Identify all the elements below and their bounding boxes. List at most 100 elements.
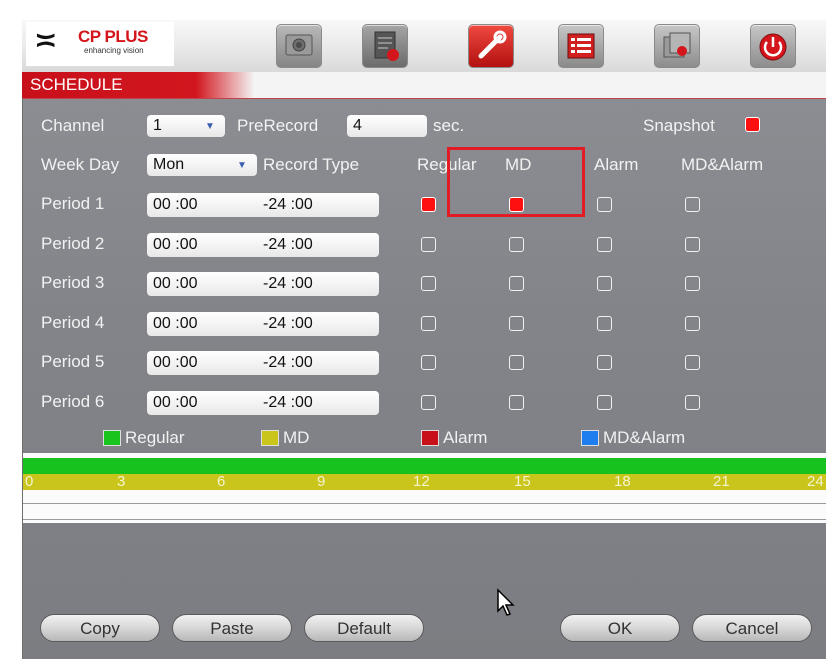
timeline-tick: 24	[807, 473, 824, 490]
camera-icon[interactable]	[276, 24, 322, 68]
period-1-regular-checkbox[interactable]	[421, 197, 436, 212]
period-4-regular-checkbox[interactable]	[421, 316, 436, 331]
logo-brand: CP PLUS	[78, 27, 148, 46]
period-label: Period 5	[41, 352, 105, 371]
period-6-regular-checkbox[interactable]	[421, 395, 436, 410]
period-start-time[interactable]: 00 :00	[153, 351, 197, 375]
window-title: SCHEDULE	[30, 75, 123, 94]
period-end-time[interactable]: -24 :00	[263, 272, 313, 296]
document-settings-icon[interactable]	[362, 24, 408, 68]
period-end-time[interactable]: -24 :00	[263, 351, 313, 375]
chevron-down-icon: ▼	[205, 121, 215, 132]
weekday-select[interactable]: Mon ▼	[147, 154, 257, 176]
period-2-md-checkbox[interactable]	[509, 237, 524, 252]
period-label: Period 3	[41, 273, 105, 292]
period-3-md-checkbox[interactable]	[509, 276, 524, 291]
legend-md-alarm-swatch	[581, 430, 599, 446]
period-1-md-alarm-checkbox[interactable]	[685, 197, 700, 212]
period-time-range[interactable]: 00 :00 -24 :00	[147, 193, 379, 217]
period-label: Period 1	[41, 194, 105, 213]
period-4-md-alarm-checkbox[interactable]	[685, 316, 700, 331]
channel-label: Channel	[41, 116, 105, 135]
chevron-down-icon: ▼	[237, 160, 247, 171]
period-3-regular-checkbox[interactable]	[421, 276, 436, 291]
period-5-alarm-checkbox[interactable]	[597, 355, 612, 370]
period-time-range[interactable]: 00 :00 -24 :00	[147, 351, 379, 375]
schedule-timeline[interactable]: 0 3 6 9 12 15 18 21 24	[23, 453, 826, 523]
timeline-tick: 3	[117, 473, 126, 490]
list-icon[interactable]	[558, 24, 604, 68]
period-5-md-alarm-checkbox[interactable]	[685, 355, 700, 370]
timeline-md-alarm-track	[23, 519, 826, 520]
period-3-alarm-checkbox[interactable]	[597, 276, 612, 291]
top-toolbar: ≍ CP PLUS enhancing vision	[22, 20, 826, 72]
timeline-tick: 21	[713, 473, 730, 490]
period-time-range[interactable]: 00 :00 -24 :00	[147, 272, 379, 296]
period-6-md-checkbox[interactable]	[509, 395, 524, 410]
logo-tagline: enhancing vision	[84, 46, 144, 55]
period-2-alarm-checkbox[interactable]	[597, 237, 612, 252]
column-md-alarm: MD&Alarm	[681, 155, 764, 174]
cancel-button[interactable]: Cancel	[692, 614, 812, 642]
period-time-range[interactable]: 00 :00 -24 :00	[147, 391, 379, 415]
default-button[interactable]: Default	[304, 614, 424, 642]
timeline-tick: 9	[317, 473, 326, 490]
period-end-time[interactable]: -24 :00	[263, 193, 313, 217]
mouse-cursor-icon	[497, 588, 515, 616]
period-start-time[interactable]: 00 :00	[153, 272, 197, 296]
channel-select[interactable]: 1 ▼	[147, 115, 225, 137]
timeline-tick: 0	[25, 473, 34, 490]
snapshot-label: Snapshot	[643, 116, 715, 135]
period-2-md-alarm-checkbox[interactable]	[685, 237, 700, 252]
period-3-md-alarm-checkbox[interactable]	[685, 276, 700, 291]
period-5-md-checkbox[interactable]	[509, 355, 524, 370]
period-start-time[interactable]: 00 :00	[153, 312, 197, 336]
title-tab: SCHEDULE	[22, 72, 254, 98]
wrench-icon[interactable]	[468, 24, 514, 68]
timeline-tick: 12	[413, 473, 430, 490]
legend-md-label: MD	[283, 428, 310, 447]
period-start-time[interactable]: 00 :00	[153, 391, 197, 415]
snapshot-checkbox[interactable]	[745, 117, 760, 132]
ok-button[interactable]: OK	[560, 614, 680, 642]
period-start-time[interactable]: 00 :00	[153, 193, 197, 217]
timeline-alarm-track	[23, 503, 826, 504]
period-4-md-checkbox[interactable]	[509, 316, 524, 331]
period-2-regular-checkbox[interactable]	[421, 237, 436, 252]
period-end-time[interactable]: -24 :00	[263, 312, 313, 336]
prerecord-input[interactable]: 4	[347, 115, 427, 137]
period-time-range[interactable]: 00 :00 -24 :00	[147, 312, 379, 336]
record-type-label: Record Type	[263, 155, 360, 174]
period-1-alarm-checkbox[interactable]	[597, 197, 612, 212]
cp-plus-logo: ≍ CP PLUS enhancing vision	[26, 22, 174, 66]
period-6-md-alarm-checkbox[interactable]	[685, 395, 700, 410]
title-bar: SCHEDULE	[22, 72, 826, 98]
weekday-value: Mon	[153, 156, 185, 173]
period-label: Period 2	[41, 234, 105, 253]
period-label: Period 4	[41, 313, 105, 332]
timeline-tick: 6	[217, 473, 226, 490]
legend-alarm-label: Alarm	[443, 428, 488, 447]
prerecord-label: PreRecord	[237, 116, 319, 135]
legend-regular-swatch	[103, 430, 121, 446]
period-5-regular-checkbox[interactable]	[421, 355, 436, 370]
copy-button[interactable]: Copy	[40, 614, 160, 642]
prerecord-unit: sec.	[433, 116, 465, 135]
paste-button[interactable]: Paste	[172, 614, 292, 642]
backup-icon[interactable]	[654, 24, 700, 68]
period-start-time[interactable]: 00 :00	[153, 233, 197, 257]
legend-md-swatch	[261, 430, 279, 446]
weekday-label: Week Day	[41, 155, 120, 174]
period-end-time[interactable]: -24 :00	[263, 391, 313, 415]
period-time-range[interactable]: 00 :00 -24 :00	[147, 233, 379, 257]
legend-alarm-swatch	[421, 430, 439, 446]
column-alarm: Alarm	[594, 155, 639, 174]
period-end-time[interactable]: -24 :00	[263, 233, 313, 257]
logo-mark-icon: ≍	[34, 24, 58, 57]
period-1-md-checkbox[interactable]	[509, 197, 524, 212]
schedule-panel: Channel 1 ▼ PreRecord 4 sec. Snapshot We…	[22, 98, 826, 659]
period-label: Period 6	[41, 392, 105, 411]
period-6-alarm-checkbox[interactable]	[597, 395, 612, 410]
power-icon[interactable]	[750, 24, 796, 68]
period-4-alarm-checkbox[interactable]	[597, 316, 612, 331]
